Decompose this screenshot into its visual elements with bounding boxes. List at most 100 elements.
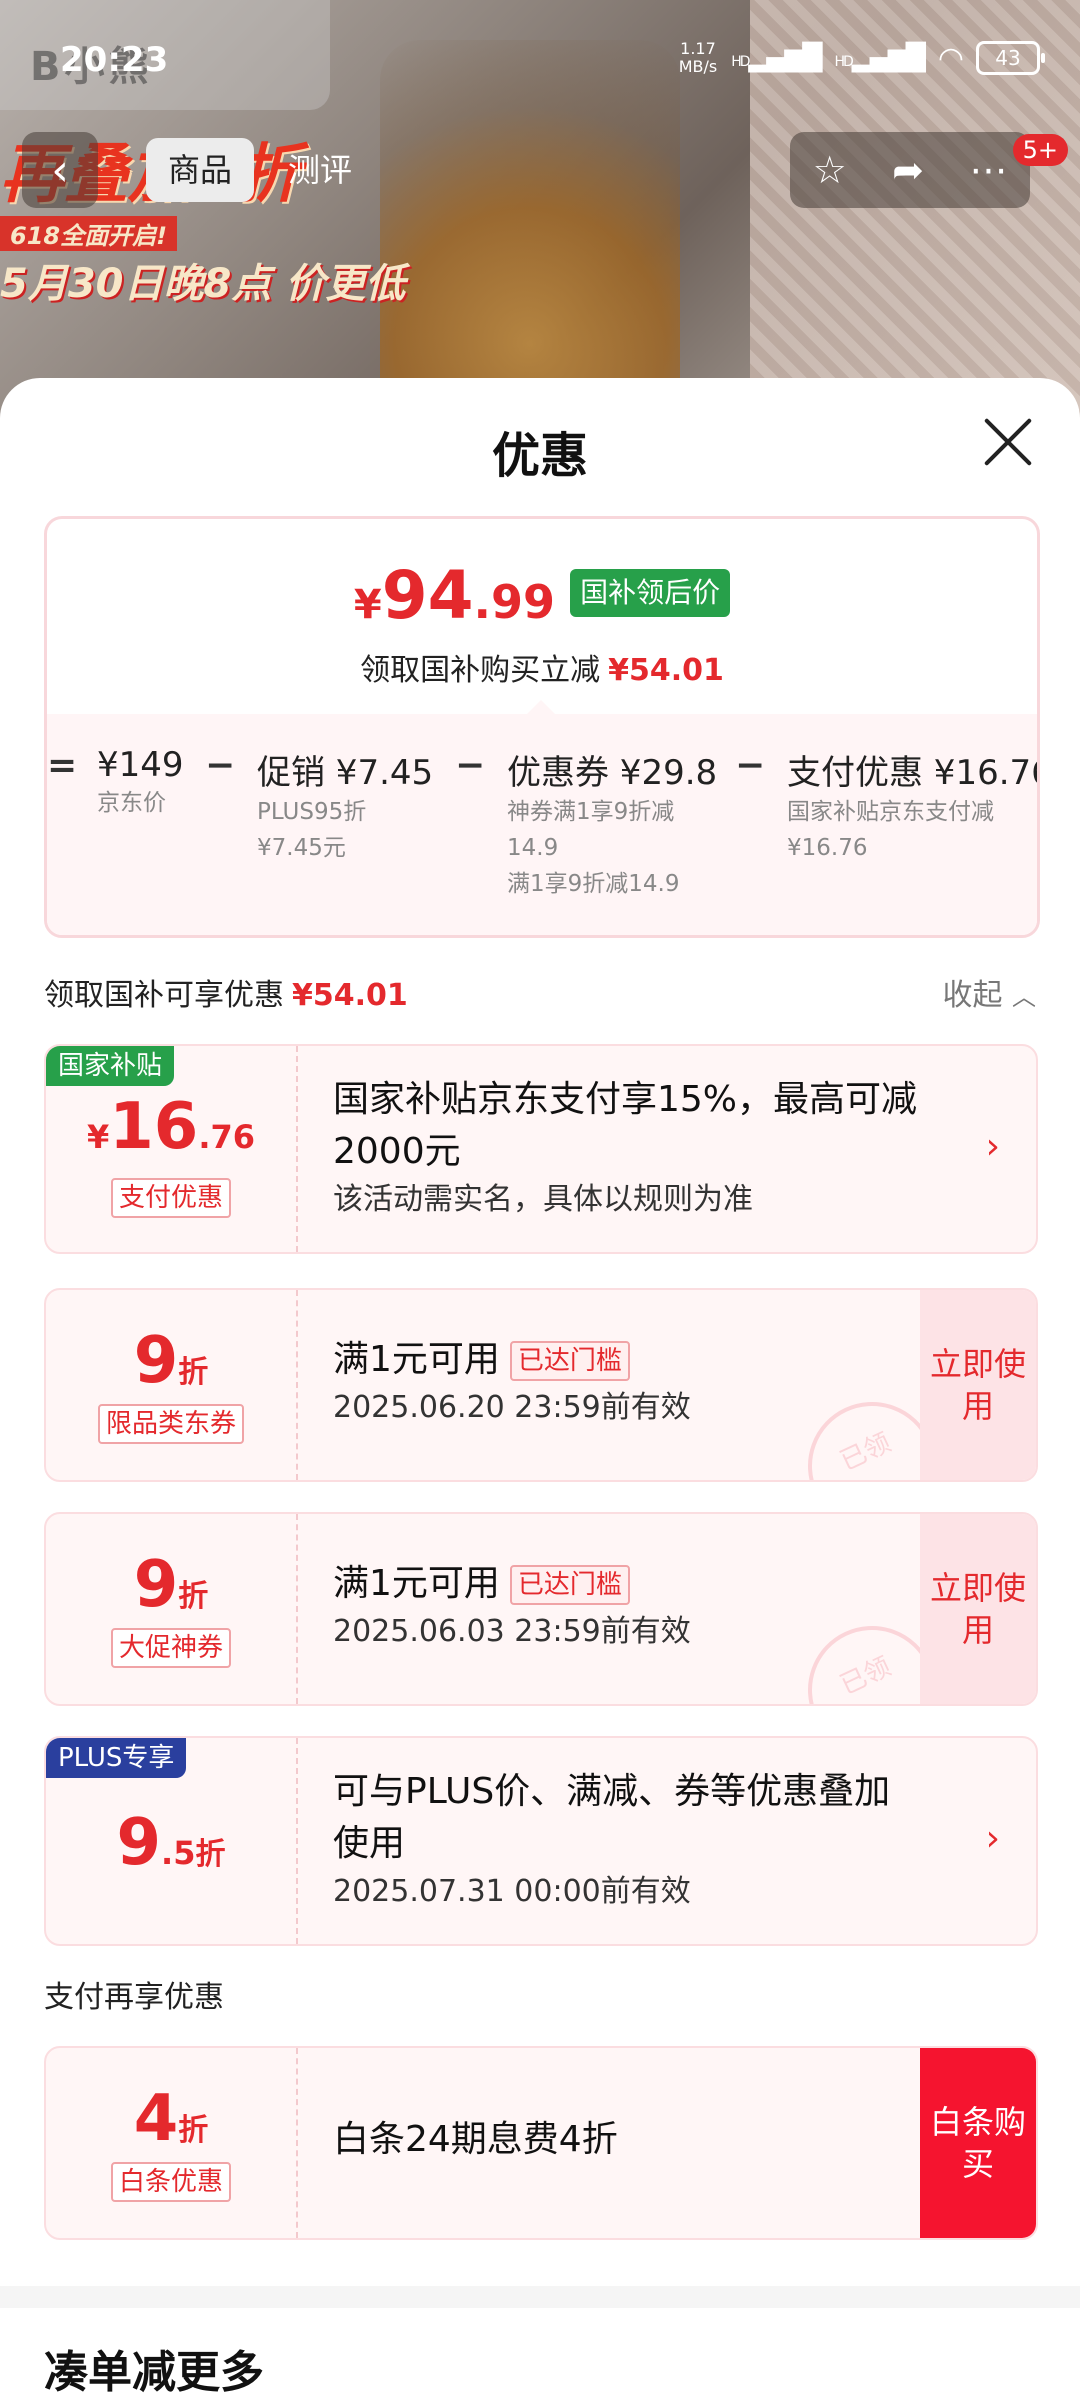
coupon-mega-sale[interactable]: 9折 大促神券 满1元可用 已达门槛 2025.06.03 23:59前有效 已领… <box>44 1512 1038 1706</box>
status-icons: 1.17 MB/s HD▂▄▆█ HD▂▄▆█ ◠ 43 <box>679 40 1045 76</box>
coupon-amount: 9折 <box>46 1548 296 1622</box>
coupon-unit: 折 <box>178 2113 209 2148</box>
breakdown-jd-price: ¥149 京东价 <box>97 745 184 821</box>
net-speed: 1.17 MB/s <box>679 40 718 76</box>
breakdown-coupon: 优惠券 ¥29.8 神券满1享9折减 14.9 满1享9折减14.9 <box>507 745 718 902</box>
sheet-title: 优惠 <box>491 428 588 484</box>
coupon-left: 4折 白条优惠 <box>46 2048 298 2238</box>
price-breakdown: = ¥149 京东价 − 促销 ¥7.45 PLUS95折 ¥7.45元 − 优… <box>47 714 1037 935</box>
baitiao-buy-button[interactable]: 白条购买 <box>920 2048 1036 2238</box>
coupon-dec: .5 <box>161 1834 196 1872</box>
threshold-reached-badge: 已达门槛 <box>509 1341 630 1381</box>
tab-review[interactable]: 测评 <box>266 138 374 202</box>
breakdown-note: 京东价 <box>97 790 166 816</box>
clock: 20:23 <box>60 40 169 80</box>
final-price: ¥94.99 国补领后价 <box>47 557 1037 634</box>
coupon-int: 9 <box>133 1324 179 1398</box>
coupon-kind: 支付优惠 <box>46 1178 296 1218</box>
coupon-int: 16 <box>109 1090 199 1164</box>
breakdown-main: 促销 ¥7.45 <box>257 753 434 793</box>
back-button[interactable]: ‹ <box>22 132 98 208</box>
price-summary-card: ¥94.99 国补领后价 领取国补购买立减 ¥54.01 = ¥149 京东价 −… <box>44 516 1040 938</box>
coupon-unit: 折 <box>195 1837 226 1872</box>
coupon-amount: 4折 <box>46 2082 296 2156</box>
tab-product[interactable]: 商品 <box>146 138 255 202</box>
coupon-body: 可与PLUS价、满减、券等优惠叠加使用 2025.07.31 00:00前有效 <box>333 1766 926 1914</box>
breakdown-note: ¥7.45元 <box>257 835 346 861</box>
chevron-left-icon: ‹ <box>51 144 69 196</box>
net-speed-value: 1.17 <box>680 39 716 58</box>
coupon-category[interactable]: 9折 限品类东券 满1元可用 已达门槛 2025.06.20 23:59前有效 已… <box>44 1288 1038 1482</box>
breakdown-main: 优惠券 ¥29.8 <box>507 753 718 793</box>
operator-minus: − <box>735 745 766 786</box>
breakdown-note: 神券满1享9折减 <box>507 799 675 825</box>
share-icon[interactable]: ➦ <box>892 148 924 192</box>
summary-subtitle: 领取国补购买立减 ¥54.01 <box>47 645 1037 689</box>
promo-line1: 618全面开启! <box>0 216 178 251</box>
promo-line2: 5月30日晚8点 价更低 <box>0 261 406 307</box>
section-amount: ¥54.01 <box>292 978 408 1013</box>
collapse-label: 收起 <box>942 978 1003 1013</box>
breakdown-main: ¥149 <box>97 745 184 785</box>
chevron-right-icon: › <box>985 1818 1000 1859</box>
coupon-amount: 9.5折 <box>46 1806 296 1880</box>
more-icon[interactable]: ⋯ <box>969 148 1007 192</box>
operator-minus: − <box>205 745 236 786</box>
battery-icon: 43 <box>976 41 1045 75</box>
coupon-national-subsidy[interactable]: ¥16.76 支付优惠 国家补贴 国家补贴京东支付享15%，最高可减2000元 … <box>44 1044 1038 1254</box>
coupon-desc: 该活动需实名，具体以规则为准 <box>333 1182 753 1217</box>
coupon-title: 满1元可用 已达门槛 <box>333 1558 926 1610</box>
coupon-int: 4 <box>133 2082 179 2156</box>
breakdown-note: 14.9 <box>507 835 559 861</box>
close-icon[interactable] <box>980 414 1036 470</box>
breakdown-row: = ¥149 京东价 − 促销 ¥7.45 PLUS95折 ¥7.45元 − 优… <box>47 739 1037 929</box>
final-price-int: 94 <box>381 557 474 634</box>
coupon-unit: 折 <box>178 1579 209 1614</box>
coupon-desc: 2025.07.31 00:00前有效 <box>333 1874 691 1909</box>
status-bar: B小熊 20:23 1.17 MB/s HD▂▄▆█ HD▂▄▆█ ◠ 43 <box>0 0 1080 110</box>
coupon-dec: .76 <box>198 1118 255 1156</box>
chevron-right-icon: › <box>985 1126 1000 1167</box>
final-price-tag: 国补领后价 <box>570 569 731 617</box>
breakdown-promotion: 促销 ¥7.45 PLUS95折 ¥7.45元 <box>257 745 433 866</box>
section-header-subsidy: 领取国补可享优惠 ¥54.01 <box>44 970 408 1014</box>
signal-icon-2: HD▂▄▆█ <box>834 43 926 73</box>
operator-minus: − <box>455 745 486 786</box>
coupon-int: 9 <box>116 1806 162 1880</box>
coupon-ribbon: 国家补贴 <box>46 1046 175 1086</box>
coupon-left: 9折 大促神券 <box>46 1514 298 1704</box>
coupon-title: 满1元可用 已达门槛 <box>333 1334 926 1386</box>
star-icon[interactable]: ☆ <box>813 148 847 192</box>
coupon-amount: ¥16.76 <box>46 1090 296 1164</box>
coupon-title: 白条24期息费4折 <box>333 2119 618 2160</box>
discount-sheet: 优惠 ¥94.99 国补领后价 领取国补购买立减 ¥54.01 = ¥149 京东… <box>0 378 1080 2408</box>
threshold-reached-badge: 已达门槛 <box>509 1565 630 1605</box>
breakdown-note: ¥16.76 <box>787 835 868 861</box>
chevron-up-icon: ︿ <box>1012 983 1036 1011</box>
coupon-title: 可与PLUS价、满减、券等优惠叠加使用 <box>333 1771 891 1864</box>
use-now-button[interactable]: 立即使用 <box>920 1514 1036 1704</box>
final-price-currency: ¥ <box>353 582 382 628</box>
coupon-unit: 折 <box>178 1355 209 1390</box>
breakdown-note: PLUS95折 <box>257 799 367 825</box>
net-speed-unit: MB/s <box>678 57 718 76</box>
summary-top: ¥94.99 国补领后价 领取国补购买立减 ¥54.01 <box>47 519 1037 714</box>
breakdown-note: 国家补贴京东支付减 <box>787 799 994 825</box>
wifi-icon: ◠ <box>937 40 964 76</box>
signal-icon: HD▂▄▆█ <box>731 43 822 73</box>
coupon-ribbon: PLUS专享 <box>46 1738 187 1778</box>
coupon-kind: 大促神券 <box>46 1628 296 1668</box>
use-now-button[interactable]: 立即使用 <box>920 1290 1036 1480</box>
header-tabs: 商品 测评 <box>146 138 374 202</box>
coupon-currency: ¥ <box>86 1118 110 1156</box>
coupon-baitiao[interactable]: 4折 白条优惠 白条24期息费4折 白条购买 <box>44 2046 1038 2240</box>
notification-badge: 5+ <box>1012 134 1068 166</box>
final-price-dec: .99 <box>473 575 556 629</box>
coupon-plus[interactable]: 9.5折 PLUS专享 可与PLUS价、满减、券等优惠叠加使用 2025.07.… <box>44 1736 1038 1946</box>
summary-subtitle-text: 领取国补购买立减 <box>360 653 601 688</box>
coupon-left: 9折 限品类东券 <box>46 1290 298 1480</box>
more-deals-title: 凑单减更多 <box>44 2347 264 2398</box>
coupon-kind: 限品类东券 <box>46 1404 296 1444</box>
breakdown-note: 满1享9折减14.9 <box>507 871 680 897</box>
collapse-toggle[interactable]: 收起 ︿ <box>942 970 1036 1014</box>
